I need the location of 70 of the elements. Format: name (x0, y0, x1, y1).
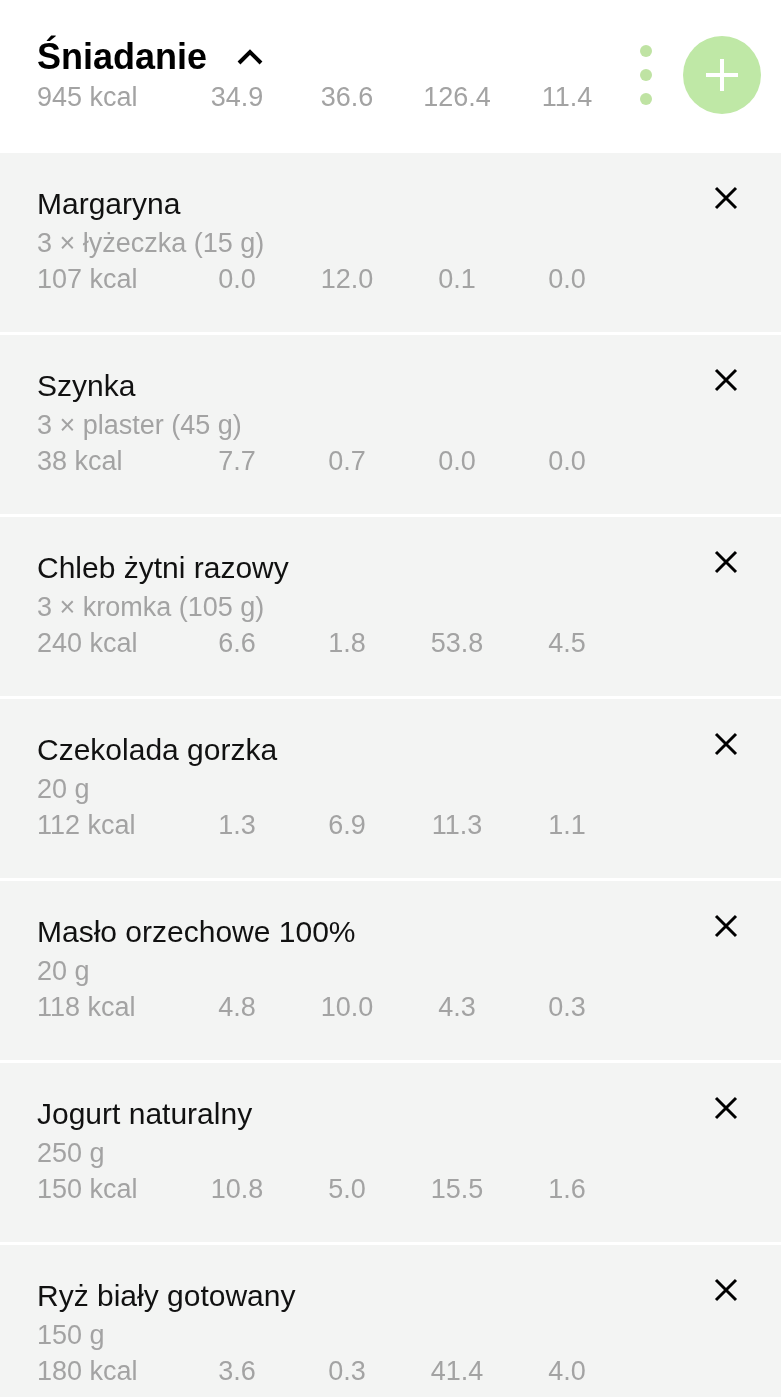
food-item[interactable]: Ryż biały gotowany 150 g 180 kcal 3.6 0.3 41.4 4.0 (0, 1245, 781, 1397)
nutrient-value: 112 kcal (37, 809, 137, 842)
nutrient-value: 0.3 (547, 991, 587, 1024)
nutrient-value: 6.6 (217, 627, 257, 660)
food-portion: 250 g (37, 1137, 106, 1170)
nutrient-value: 0.0 (217, 263, 257, 296)
nutrient-value: 107 kcal (37, 263, 139, 296)
close-icon (714, 368, 738, 392)
nutrient-value: 5.0 (327, 1173, 367, 1206)
nutrient-value: 240 kcal (37, 627, 139, 660)
close-icon (714, 1096, 738, 1120)
nutrient-value: 4.3 (437, 991, 477, 1024)
nutrient-value: 0.0 (547, 445, 587, 478)
nutrient-value: 150 kcal (37, 1173, 139, 1206)
total-value: 945 kcal (37, 81, 139, 114)
food-name: Margaryna (37, 186, 182, 222)
food-item[interactable]: Szynka 3 × plaster (45 g) 38 kcal 7.7 0.7 0.0 0.0 (0, 335, 781, 514)
food-item[interactable]: Margaryna 3 × łyżeczka (15 g) 107 kcal 0.0 12.0 0.1 0.0 (0, 153, 781, 332)
nutrient-value: 4.0 (547, 1355, 587, 1388)
food-portion: 3 × kromka (105 g) (37, 591, 266, 624)
nutrient-value: 0.7 (327, 445, 367, 478)
nutrient-value: 10.0 (319, 991, 375, 1024)
nutrient-value: 7.7 (217, 445, 257, 478)
nutrient-value: 0.0 (437, 445, 477, 478)
nutrient-value: 11.3 (430, 809, 484, 842)
nutrient-value: 6.9 (327, 809, 367, 842)
nutrient-value: 4.5 (547, 627, 587, 660)
food-portion: 20 g (37, 773, 91, 806)
nutrient-value: 38 kcal (37, 445, 124, 478)
nutrient-value: 1.3 (217, 809, 257, 842)
close-icon (714, 914, 738, 938)
nutrient-value: 10.8 (209, 1173, 265, 1206)
food-name: Czekolada gorzka (37, 732, 279, 768)
total-value: 36.6 (319, 81, 375, 114)
food-name: Chleb żytni razowy (37, 550, 290, 586)
meal-title: Śniadanie (37, 35, 208, 79)
nutrient-value: 3.6 (217, 1355, 257, 1388)
nutrient-value: 15.5 (429, 1173, 485, 1206)
food-item[interactable]: Masło orzechowe 100% 20 g 118 kcal 4.8 10.0 4.3 0.3 (0, 881, 781, 1060)
nutrient-value: 180 kcal (37, 1355, 139, 1388)
food-name: Jogurt naturalny (37, 1096, 254, 1132)
food-portion: 150 g (37, 1319, 106, 1352)
food-item[interactable]: Czekolada gorzka 20 g 112 kcal 1.3 6.9 11.3 1.1 (0, 699, 781, 878)
nutrient-value: 1.6 (547, 1173, 587, 1206)
food-item[interactable]: Jogurt naturalny 250 g 150 kcal 10.8 5.0 15.5 1.6 (0, 1063, 781, 1242)
nutrient-value: 0.0 (547, 263, 587, 296)
nutrient-value: 4.8 (217, 991, 257, 1024)
close-icon (714, 550, 738, 574)
food-name: Ryż biały gotowany (37, 1278, 297, 1314)
food-portion: 3 × łyżeczka (15 g) (37, 227, 266, 260)
food-portion: 3 × plaster (45 g) (37, 409, 243, 442)
nutrient-value: 41.4 (429, 1355, 485, 1388)
nutrient-value: 0.1 (437, 263, 477, 296)
close-icon (714, 186, 738, 210)
nutrient-value: 53.8 (429, 627, 485, 660)
total-value: 11.4 (540, 81, 594, 114)
nutrient-value: 118 kcal (37, 991, 137, 1024)
food-name: Masło orzechowe 100% (37, 914, 357, 950)
total-value: 34.9 (209, 81, 265, 114)
close-icon (714, 1278, 738, 1302)
food-item[interactable]: Chleb żytni razowy 3 × kromka (105 g) 240 kcal 6.6 1.8 53.8 4.5 (0, 517, 781, 696)
nutrient-value: 1.8 (327, 627, 367, 660)
nutrient-value: 12.0 (319, 263, 375, 296)
food-name: Szynka (37, 368, 137, 404)
close-icon (714, 732, 738, 756)
plus-icon (704, 57, 740, 93)
total-value: 126.4 (422, 81, 492, 114)
food-portion: 20 g (37, 955, 91, 988)
nutrient-value: 1.1 (547, 809, 587, 842)
nutrient-value: 0.3 (327, 1355, 367, 1388)
